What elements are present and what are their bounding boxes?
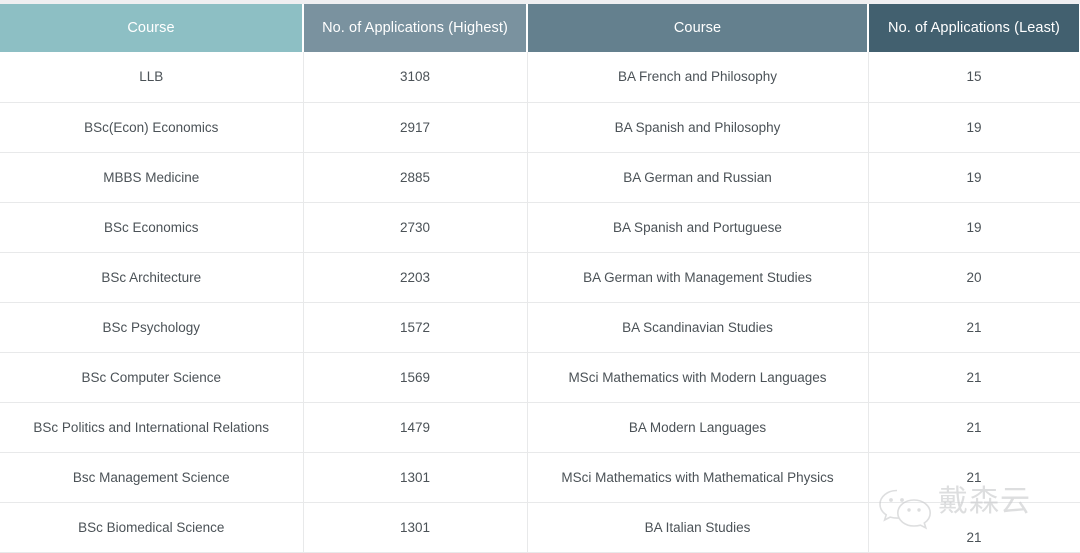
cell-applications-least-value: 21 xyxy=(966,529,982,545)
table-row: BSc Psychology 1572 BA Scandinavian Stud… xyxy=(0,302,1080,353)
cell-applications-least: 20 xyxy=(868,252,1080,303)
header-course-highest[interactable]: Course xyxy=(0,4,304,52)
cell-course-highest: BSc Architecture xyxy=(0,252,304,303)
cell-course-highest: MBBS Medicine xyxy=(0,152,304,203)
cell-applications-least: 21 xyxy=(868,452,1080,503)
table-row: BSc Politics and International Relations… xyxy=(0,402,1080,453)
cell-applications-highest: 2885 xyxy=(303,152,528,203)
cell-applications-highest: 1572 xyxy=(303,302,528,353)
cell-course-least: BA Italian Studies xyxy=(527,502,869,553)
table-row: LLB 3108 BA French and Philosophy 15 xyxy=(0,52,1080,103)
cell-course-least: BA French and Philosophy xyxy=(527,52,869,103)
table-row: BSc Biomedical Science 1301 BA Italian S… xyxy=(0,502,1080,553)
cell-course-highest: LLB xyxy=(0,52,304,103)
cell-applications-least: 19 xyxy=(868,152,1080,203)
table-row: BSc Computer Science 1569 MSci Mathemati… xyxy=(0,352,1080,403)
cell-course-least: BA Spanish and Philosophy xyxy=(527,102,869,153)
course-applications-table: Course No. of Applications (Highest) Cou… xyxy=(0,4,1080,553)
cell-applications-highest: 2917 xyxy=(303,102,528,153)
table-row: BSc Economics 2730 BA Spanish and Portug… xyxy=(0,202,1080,253)
cell-course-highest: BSc Computer Science xyxy=(0,352,304,403)
cell-applications-highest: 1479 xyxy=(303,402,528,453)
cell-applications-highest: 3108 xyxy=(303,52,528,103)
cell-applications-least: 21 xyxy=(868,402,1080,453)
table-row: BSc(Econ) Economics 2917 BA Spanish and … xyxy=(0,102,1080,153)
screenshot-root: Course No. of Applications (Highest) Cou… xyxy=(0,0,1080,553)
cell-applications-highest: 1301 xyxy=(303,502,528,553)
table-row: BSc Architecture 2203 BA German with Man… xyxy=(0,252,1080,303)
cell-course-least: BA German and Russian xyxy=(527,152,869,203)
cell-applications-highest: 1569 xyxy=(303,352,528,403)
cell-course-highest: BSc Economics xyxy=(0,202,304,253)
cell-course-least: BA Scandinavian Studies xyxy=(527,302,869,353)
cell-applications-highest: 1301 xyxy=(303,452,528,503)
cell-applications-least: 21 xyxy=(868,502,1080,553)
cell-course-highest: BSc Politics and International Relations xyxy=(0,402,304,453)
header-course-least[interactable]: Course xyxy=(527,4,869,52)
header-row: Course No. of Applications (Highest) Cou… xyxy=(0,4,1080,52)
table-row: MBBS Medicine 2885 BA German and Russian… xyxy=(0,152,1080,203)
table-header: Course No. of Applications (Highest) Cou… xyxy=(0,4,1080,52)
cell-course-least: MSci Mathematics with Mathematical Physi… xyxy=(527,452,869,503)
cell-course-highest: BSc(Econ) Economics xyxy=(0,102,304,153)
header-applications-highest[interactable]: No. of Applications (Highest) xyxy=(303,4,528,52)
cell-course-least: BA Modern Languages xyxy=(527,402,869,453)
header-applications-least[interactable]: No. of Applications (Least) xyxy=(868,4,1080,52)
cell-applications-least: 21 xyxy=(868,352,1080,403)
cell-course-least: BA German with Management Studies xyxy=(527,252,869,303)
table-row: Bsc Management Science 1301 MSci Mathema… xyxy=(0,452,1080,503)
cell-applications-highest: 2730 xyxy=(303,202,528,253)
cell-applications-least: 19 xyxy=(868,102,1080,153)
cell-applications-least: 19 xyxy=(868,202,1080,253)
cell-applications-least: 15 xyxy=(868,52,1080,103)
cell-applications-highest: 2203 xyxy=(303,252,528,303)
cell-course-least: MSci Mathematics with Modern Languages xyxy=(527,352,869,403)
cell-course-highest: Bsc Management Science xyxy=(0,452,304,503)
cell-course-highest: BSc Biomedical Science xyxy=(0,502,304,553)
cell-course-least: BA Spanish and Portuguese xyxy=(527,202,869,253)
cell-applications-least: 21 xyxy=(868,302,1080,353)
cell-course-highest: BSc Psychology xyxy=(0,302,304,353)
table-body: LLB 3108 BA French and Philosophy 15 BSc… xyxy=(0,52,1080,553)
